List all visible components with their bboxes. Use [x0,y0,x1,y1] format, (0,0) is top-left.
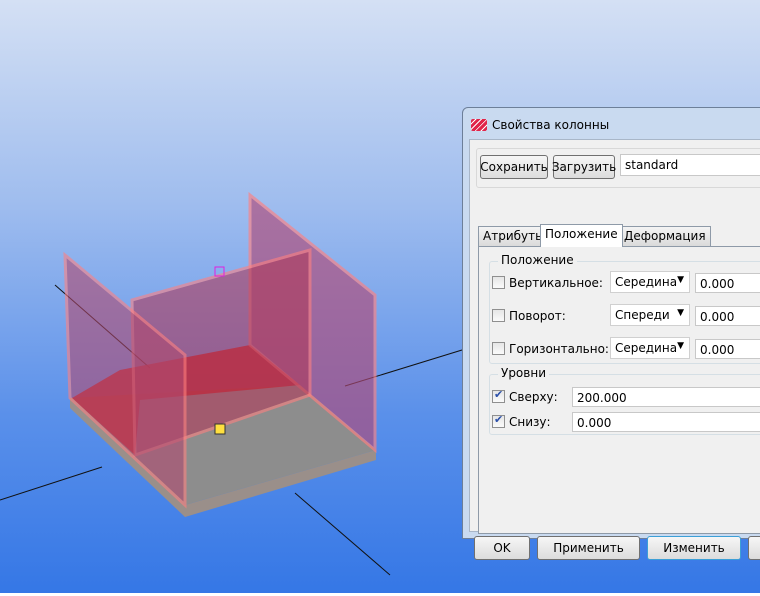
horizontal-label: Горизонтально: [509,342,609,356]
position-group-title: Положение [498,253,577,267]
horizontal-checkbox[interactable] [492,342,505,355]
bottom-level-input[interactable]: 0.000 [572,412,760,432]
load-button[interactable]: Загрузить [552,155,616,179]
rotation-checkbox[interactable] [492,309,505,322]
vertical-checkbox[interactable] [492,276,505,289]
rotation-option: Спереди [615,308,670,322]
horizontal-value-input[interactable]: 0.000 [695,339,760,359]
tab-deformation[interactable]: Деформация [619,226,711,246]
modify-button[interactable]: Изменить [647,536,741,560]
handle-bottom [214,423,226,435]
top-level-input[interactable]: 200.000 [572,387,760,407]
chevron-down-icon: ▼ [677,308,684,318]
title-bar[interactable]: Свойства колонны [463,108,760,142]
extra-button[interactable] [748,536,760,560]
rotation-value-input[interactable]: 0.000 [695,306,760,326]
rotation-label: Поворот: [509,309,566,323]
apply-button[interactable]: Применить [537,536,640,560]
save-button[interactable]: Сохранить [480,155,548,179]
top-level-checkbox[interactable] [492,388,505,403]
column-properties-dialog: Свойства колонны Сохранить Загрузить sta… [462,107,760,560]
chevron-down-icon: ▼ [677,275,684,285]
tab-position[interactable]: Положение [540,224,623,247]
vertical-select[interactable]: Середина ▼ [610,271,690,293]
preset-value: standard [625,158,679,172]
ok-button[interactable]: OK [474,536,530,560]
bottom-level-label: Снизу: [509,415,551,429]
dialog-title: Свойства колонны [492,118,610,132]
app-icon [471,119,487,131]
tab-attributes[interactable]: Атрибуты [478,226,550,246]
vertical-label: Вертикальное: [509,276,603,290]
tab-panel: Положение Вертикальное: Середина ▼ 0.000 … [478,246,760,534]
vertical-option: Середина [615,275,678,289]
bottom-level-checkbox[interactable] [492,413,505,428]
horizontal-option: Середина [615,341,678,355]
vertical-value-input[interactable]: 0.000 [695,273,760,293]
top-level-label: Сверху: [509,390,558,404]
chevron-down-icon: ▼ [677,341,684,351]
rotation-select[interactable]: Спереди ▼ [610,304,690,326]
horizontal-select[interactable]: Середина ▼ [610,337,690,359]
preset-select[interactable]: standard▼ [620,154,760,176]
levels-group-title: Уровни [498,366,549,380]
